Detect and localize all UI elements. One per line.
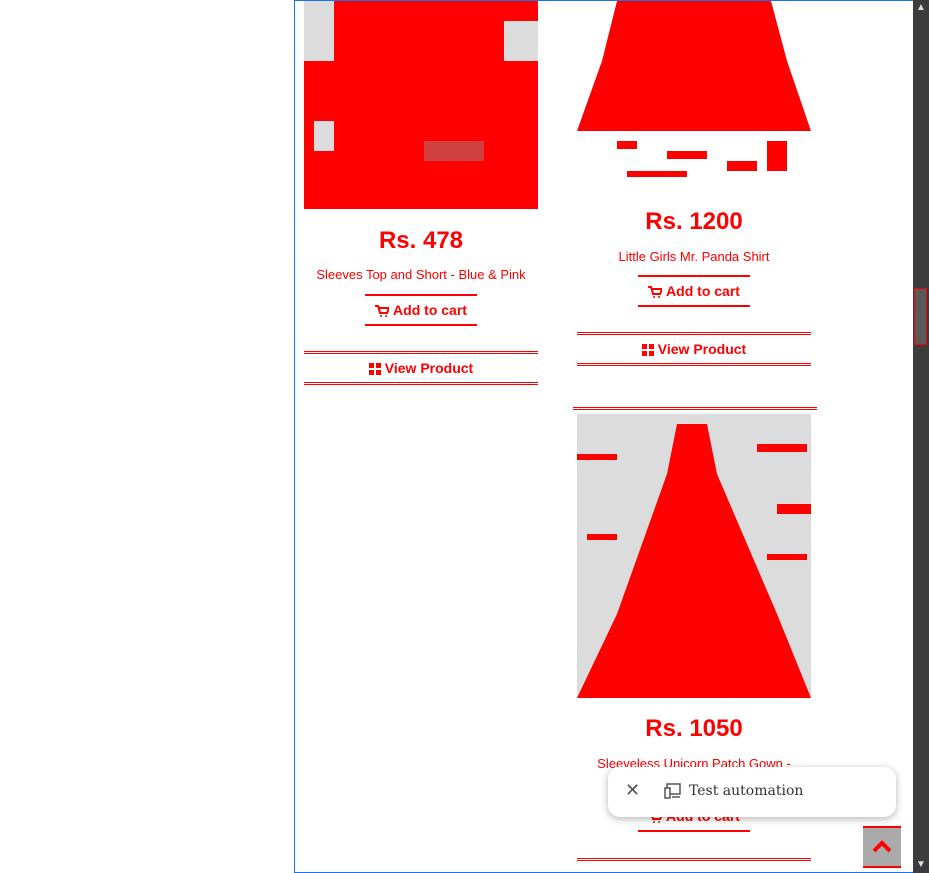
product-name[interactable]: Sleeves Top and Short - Blue & Pink (304, 267, 538, 282)
cart-icon (648, 286, 663, 299)
product-image[interactable] (577, 414, 811, 698)
product-card: Rs. 478 Sleeves Top and Short - Blue & P… (304, 1, 538, 399)
page-viewport: Rs. 478 Sleeves Top and Short - Blue & P… (294, 0, 914, 873)
card-divider (573, 407, 817, 410)
view-product-button[interactable]: View Product (304, 351, 538, 385)
view-product-label: View Product (384, 360, 474, 376)
toast-label: Test automation (689, 783, 804, 799)
product-price: Rs. 1050 (645, 715, 743, 742)
view-product-button[interactable] (577, 858, 811, 872)
scroll-up-arrow-icon[interactable]: ▲ (913, 0, 929, 16)
add-to-cart-button[interactable]: Add to cart (638, 275, 750, 307)
vertical-scrollbar[interactable]: ▲ ▼ (913, 0, 929, 873)
add-to-cart-button[interactable]: Add to cart (365, 294, 477, 326)
devices-icon (664, 783, 681, 799)
scrollbar-thumb[interactable] (914, 288, 927, 345)
chevron-up-icon (872, 840, 892, 853)
test-automation-toast: ✕ Test automation (608, 767, 896, 817)
product-image[interactable] (577, 1, 811, 191)
scroll-down-arrow-icon[interactable]: ▼ (913, 857, 929, 873)
add-to-cart-label: Add to cart (666, 283, 740, 299)
product-price: Rs. 1200 (645, 208, 743, 235)
view-product-icon (368, 363, 381, 376)
product-price: Rs. 478 (378, 227, 464, 254)
product-card: Rs. 1200 Little Girls Mr. Panda Shirt Ad… (577, 1, 811, 381)
view-product-label: View Product (657, 341, 747, 357)
scroll-to-top-button[interactable] (863, 826, 901, 868)
add-to-cart-label: Add to cart (393, 302, 467, 318)
cart-icon (375, 305, 390, 318)
view-product-icon (641, 344, 654, 357)
product-image[interactable] (304, 1, 538, 209)
product-name[interactable]: Little Girls Mr. Panda Shirt (577, 249, 811, 264)
close-icon[interactable]: ✕ (625, 780, 640, 801)
view-product-button[interactable]: View Product (577, 332, 811, 366)
